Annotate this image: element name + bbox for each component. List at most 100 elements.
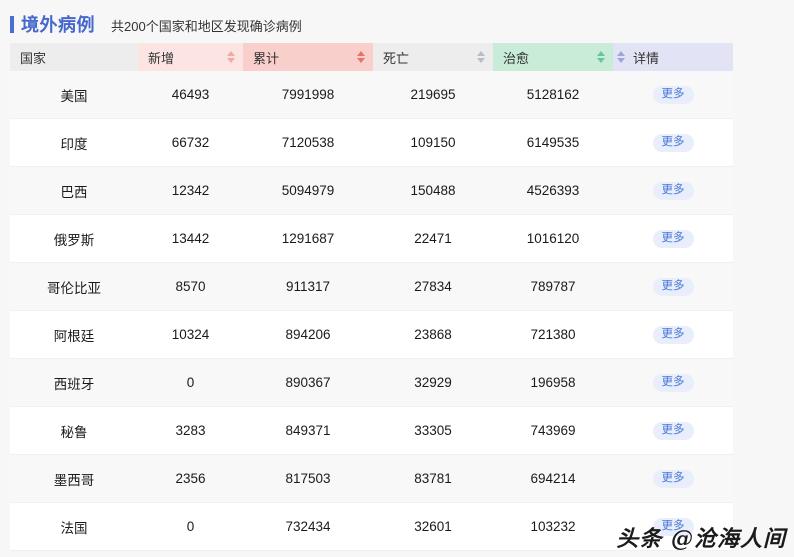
column-header-total-label: 累计 (253, 50, 280, 66)
cell-new: 0 (138, 358, 243, 407)
table-row: 俄罗斯 13442 1291687 22471 1016120 更多 (10, 214, 733, 263)
cell-country[interactable]: 法国 (10, 502, 138, 551)
more-details-button[interactable]: 更多 (652, 133, 694, 153)
cell-country[interactable]: 俄罗斯 (10, 214, 138, 263)
more-details-button[interactable]: 更多 (652, 325, 694, 345)
cell-country[interactable]: 秘鲁 (10, 406, 138, 455)
column-header-detail-label: 详情 (633, 50, 660, 66)
cell-death: 22471 (373, 214, 493, 263)
cell-total: 911317 (243, 262, 373, 311)
sort-arrows-icon[interactable] (357, 51, 365, 63)
more-details-button[interactable]: 更多 (652, 229, 694, 249)
column-header-cured-label: 治愈 (503, 50, 530, 66)
cell-country[interactable]: 阿根廷 (10, 310, 138, 359)
column-header-country: 国家 (10, 43, 138, 71)
more-details-button[interactable]: 更多 (652, 421, 694, 441)
cell-death: 23868 (373, 310, 493, 359)
column-header-detail[interactable]: 详情 (613, 43, 733, 71)
table-body: 美国 46493 7991998 219695 5128162 更多 印度 66732 7120… (10, 71, 733, 551)
more-details-button[interactable]: 更多 (652, 181, 694, 201)
cell-total: 849371 (243, 406, 373, 455)
cell-total: 5094979 (243, 166, 373, 215)
more-details-button[interactable]: 更多 (652, 277, 694, 297)
cell-country[interactable]: 西班牙 (10, 358, 138, 407)
cell-cured: 103232 (493, 502, 613, 551)
cell-new: 0 (138, 502, 243, 551)
table-header-row: 国家 新增 累计 死亡 治愈 详情 (10, 43, 733, 71)
column-header-new[interactable]: 新增 (138, 43, 243, 71)
cell-cured: 6149535 (493, 118, 613, 167)
cell-total: 817503 (243, 454, 373, 503)
cell-detail: 更多 (613, 502, 733, 551)
page-header: 境外病例 共200个国家和地区发现确诊病例 (10, 11, 302, 37)
cell-detail: 更多 (613, 406, 733, 455)
cell-cured: 5128162 (493, 71, 613, 119)
cell-country[interactable]: 美国 (10, 71, 138, 119)
sort-arrows-icon[interactable] (227, 51, 235, 63)
cell-detail: 更多 (613, 71, 733, 119)
cell-country[interactable]: 印度 (10, 118, 138, 167)
cell-death: 33305 (373, 406, 493, 455)
cell-detail: 更多 (613, 454, 733, 503)
overseas-cases-table: 国家 新增 累计 死亡 治愈 详情 美国 46493 7991998 21969… (10, 43, 733, 551)
cell-cured: 196958 (493, 358, 613, 407)
cell-country[interactable]: 巴西 (10, 166, 138, 215)
more-details-button[interactable]: 更多 (652, 517, 694, 537)
table-row: 秘鲁 3283 849371 33305 743969 更多 (10, 406, 733, 455)
cell-detail: 更多 (613, 166, 733, 215)
page-title: 境外病例 (21, 15, 95, 35)
cell-cured: 789787 (493, 262, 613, 311)
more-details-button[interactable]: 更多 (652, 469, 694, 489)
table-row: 阿根廷 10324 894206 23868 721380 更多 (10, 310, 733, 359)
cell-new: 66732 (138, 118, 243, 167)
page-subtitle: 共200个国家和地区发现确诊病例 (111, 19, 302, 34)
cell-total: 894206 (243, 310, 373, 359)
cell-new: 13442 (138, 214, 243, 263)
table-row: 墨西哥 2356 817503 83781 694214 更多 (10, 454, 733, 503)
cell-cured: 743969 (493, 406, 613, 455)
cell-country[interactable]: 哥伦比亚 (10, 262, 138, 311)
column-header-total[interactable]: 累计 (243, 43, 373, 71)
sort-arrows-icon[interactable] (597, 51, 605, 63)
column-header-country-label: 国家 (20, 50, 47, 66)
column-header-death[interactable]: 死亡 (373, 43, 493, 71)
cell-total: 7120538 (243, 118, 373, 167)
table-row: 法国 0 732434 32601 103232 更多 (10, 502, 733, 551)
cell-new: 10324 (138, 310, 243, 359)
cell-detail: 更多 (613, 358, 733, 407)
cell-new: 46493 (138, 71, 243, 119)
cell-cured: 1016120 (493, 214, 613, 263)
table-row: 印度 66732 7120538 109150 6149535 更多 (10, 118, 733, 167)
cell-country[interactable]: 墨西哥 (10, 454, 138, 503)
column-header-cured[interactable]: 治愈 (493, 43, 613, 71)
cell-detail: 更多 (613, 118, 733, 167)
column-header-death-label: 死亡 (383, 50, 410, 66)
sort-arrows-icon[interactable] (617, 51, 625, 63)
cell-total: 7991998 (243, 71, 373, 119)
table-row: 巴西 12342 5094979 150488 4526393 更多 (10, 166, 733, 215)
cell-detail: 更多 (613, 214, 733, 263)
sort-arrows-icon[interactable] (477, 51, 485, 63)
cell-total: 890367 (243, 358, 373, 407)
cell-death: 32601 (373, 502, 493, 551)
cell-new: 3283 (138, 406, 243, 455)
cell-detail: 更多 (613, 310, 733, 359)
cell-total: 1291687 (243, 214, 373, 263)
cell-death: 150488 (373, 166, 493, 215)
table-row: 西班牙 0 890367 32929 196958 更多 (10, 358, 733, 407)
table-row: 美国 46493 7991998 219695 5128162 更多 (10, 71, 733, 119)
cell-new: 2356 (138, 454, 243, 503)
more-details-button[interactable]: 更多 (652, 85, 694, 105)
cell-death: 219695 (373, 71, 493, 119)
cell-new: 8570 (138, 262, 243, 311)
cell-death: 109150 (373, 118, 493, 167)
cell-death: 32929 (373, 358, 493, 407)
overseas-cases-table-container: 国家 新增 累计 死亡 治愈 详情 美国 46493 7991998 21969… (10, 43, 733, 551)
cell-total: 732434 (243, 502, 373, 551)
cell-cured: 721380 (493, 310, 613, 359)
more-details-button[interactable]: 更多 (652, 373, 694, 393)
table-row: 哥伦比亚 8570 911317 27834 789787 更多 (10, 262, 733, 311)
cell-cured: 4526393 (493, 166, 613, 215)
cell-death: 27834 (373, 262, 493, 311)
cell-death: 83781 (373, 454, 493, 503)
